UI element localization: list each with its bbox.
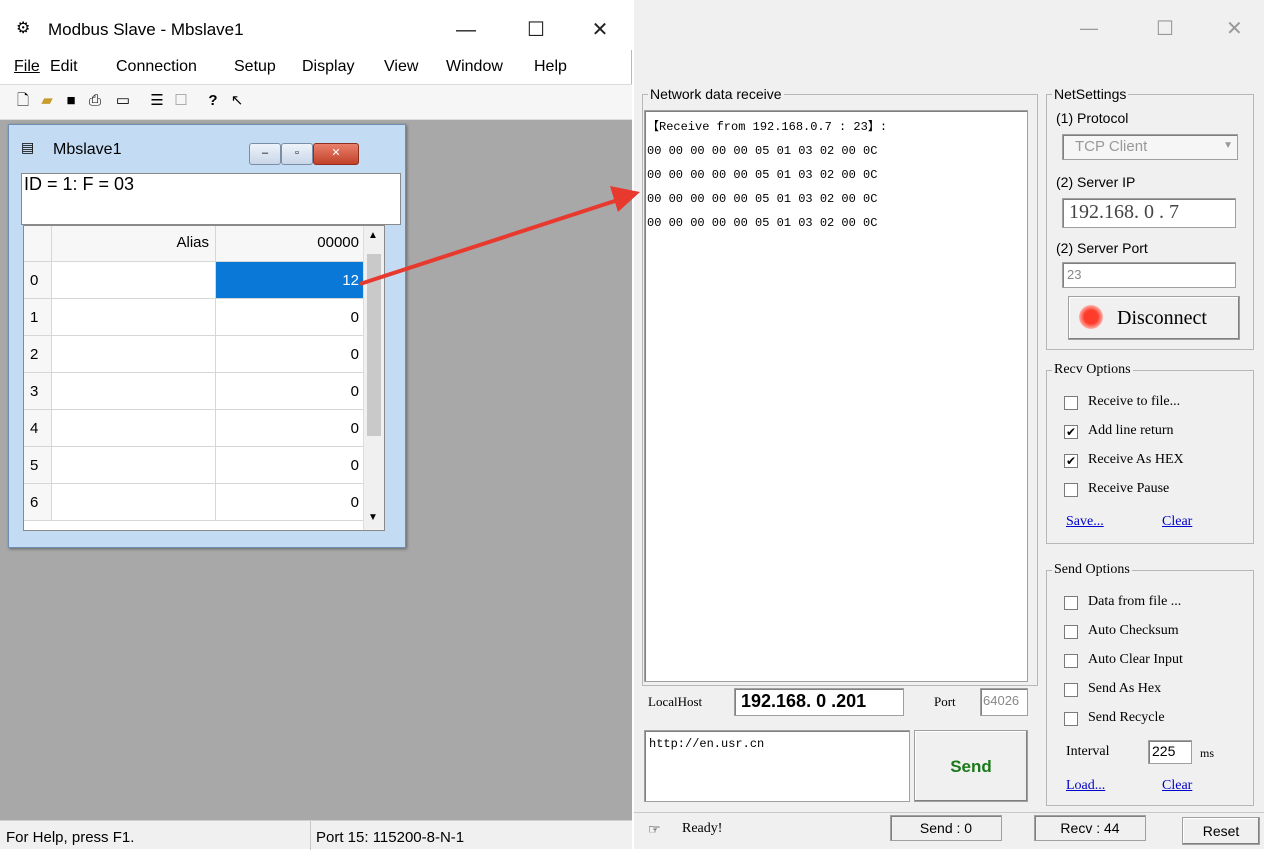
annotation-arrow xyxy=(359,186,640,286)
arrow-head xyxy=(610,186,640,212)
arrow-line xyxy=(359,196,625,286)
